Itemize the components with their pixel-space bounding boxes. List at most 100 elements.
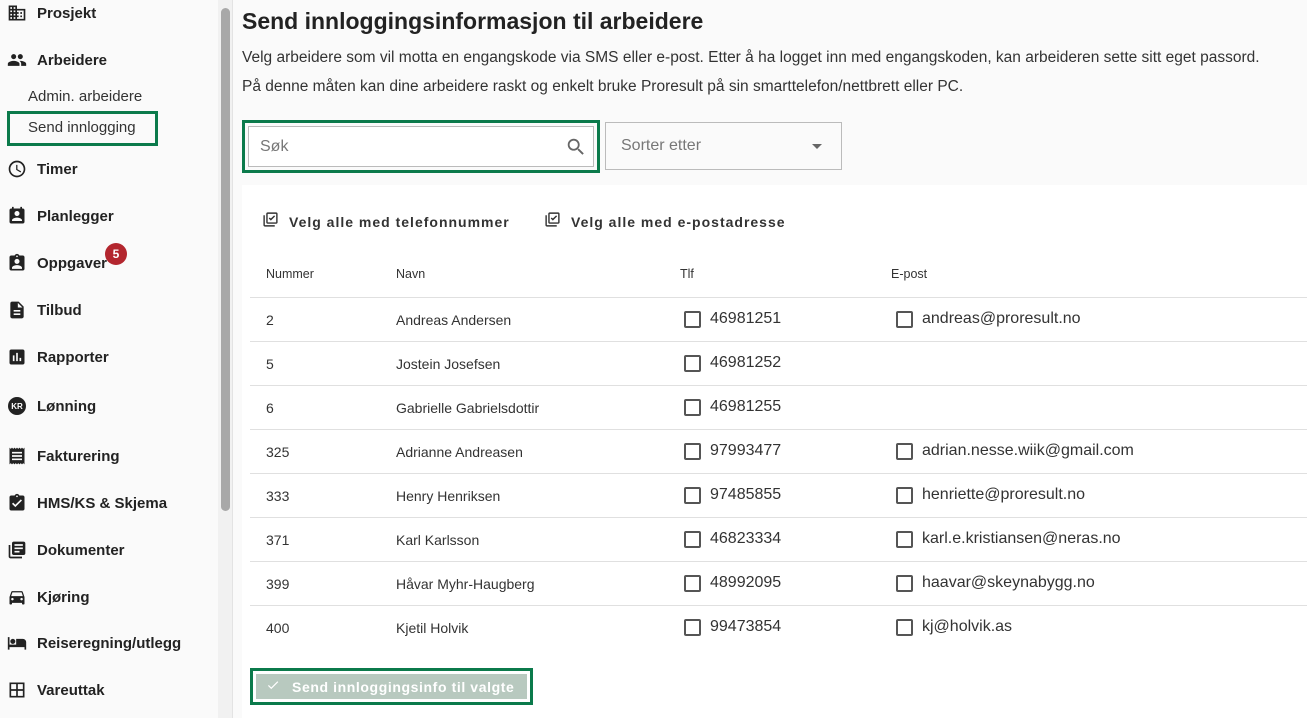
sidebar-item-prosjekt[interactable]: Prosjekt	[6, 1, 96, 25]
select-all-phone-label: Velg alle med telefonnummer	[289, 214, 510, 230]
email-checkbox[interactable]: andreas@proresult.no	[896, 310, 1081, 328]
select-all-email-button[interactable]: Velg alle med e-postadresse	[544, 211, 786, 233]
page-description-line1: Velg arbeidere som vil motta en engangsk…	[242, 49, 1260, 66]
notification-badge: 5	[105, 243, 127, 265]
table-row: 399 Håvar Myhr-Haugberg 48992095 haavar@ske…	[250, 561, 1307, 605]
sidebar-scrollbar-thumb[interactable]	[221, 8, 230, 511]
checkbox[interactable]	[896, 574, 913, 592]
select-all-email-label: Velg alle med e-postadresse	[571, 214, 786, 230]
select-all-icon	[544, 211, 561, 233]
document-icon	[6, 299, 28, 321]
send-login-button[interactable]: Send innloggingsinfo til valgte	[256, 674, 527, 699]
sidebar-item-tilbud[interactable]: Tilbud	[6, 298, 82, 322]
column-header-tlf: Tlf	[680, 267, 694, 281]
cell-epost: henriette@proresult.no	[922, 486, 1085, 503]
checkbox[interactable]	[684, 354, 701, 372]
car-icon	[6, 586, 28, 608]
checkbox[interactable]	[896, 486, 913, 504]
sidebar-item-rapporter[interactable]: Rapporter	[6, 345, 109, 369]
checkbox[interactable]	[896, 530, 913, 548]
sidebar-item-fakturering[interactable]: Fakturering	[6, 444, 120, 468]
cell-nummer: 2	[266, 312, 274, 328]
sidebar-item-lonning[interactable]: KR Lønning	[6, 394, 96, 418]
phone-checkbox[interactable]: 48992095	[684, 574, 781, 592]
sidebar-item-dokumenter[interactable]: Dokumenter	[6, 538, 125, 562]
cell-epost: andreas@proresult.no	[922, 310, 1081, 327]
search-input[interactable]	[248, 126, 594, 167]
sidebar-item-vareuttak[interactable]: Vareuttak	[6, 678, 105, 702]
email-checkbox[interactable]: karl.e.kristiansen@neras.no	[896, 530, 1121, 548]
check-icon	[266, 678, 280, 695]
sidebar-subitem-admin-arbeidere[interactable]: Admin. arbeidere	[28, 88, 142, 105]
people-icon	[6, 49, 28, 71]
sidebar-item-hms-ks-skjema[interactable]: HMS/KS & Skjema	[6, 491, 167, 515]
checkbox[interactable]	[684, 442, 701, 460]
email-checkbox[interactable]: adrian.nesse.wiik@gmail.com	[896, 442, 1134, 460]
cell-nummer: 399	[266, 576, 290, 592]
bed-icon	[6, 632, 28, 654]
sidebar-item-label: Tilbud	[37, 301, 82, 319]
sidebar-subitem-send-innlogging[interactable]: Send innlogging	[28, 119, 136, 136]
cell-navn: Gabrielle Gabrielsdottir	[396, 400, 540, 416]
cell-nummer: 5	[266, 356, 274, 372]
email-checkbox[interactable]: kj@holvik.as	[896, 618, 1012, 636]
cell-tlf: 97485855	[710, 486, 782, 503]
checkbox[interactable]	[896, 618, 913, 636]
cell-epost: kj@holvik.as	[922, 618, 1013, 635]
dashboard-icon	[6, 679, 28, 701]
table-row: 2 Andreas Andersen 46981251 andreas@proresu…	[250, 297, 1307, 341]
select-all-phone-button[interactable]: Velg alle med telefonnummer	[262, 211, 510, 233]
cell-nummer: 325	[266, 444, 290, 460]
cell-navn: Jostein Josefsen	[396, 356, 501, 372]
sidebar-item-oppgaver[interactable]: Oppgaver	[6, 251, 107, 275]
sidebar-item-label: HMS/KS & Skjema	[37, 494, 168, 512]
email-checkbox[interactable]: henriette@proresult.no	[896, 486, 1085, 504]
checkbox[interactable]	[684, 486, 701, 504]
sidebar-item-reiseregning-utlegg[interactable]: Reiseregning/utlegg	[6, 631, 181, 655]
email-checkbox[interactable]: haavar@skeynabygg.no	[896, 574, 1095, 592]
phone-checkbox[interactable]: 46981255	[684, 398, 781, 416]
phone-checkbox[interactable]: 97485855	[684, 486, 781, 504]
clock-icon	[6, 158, 28, 180]
clipboard-check-icon	[6, 492, 28, 514]
phone-checkbox[interactable]: 99473854	[684, 618, 781, 636]
cell-epost: adrian.nesse.wiik@gmail.com	[922, 442, 1134, 459]
sidebar-item-planlegger[interactable]: Planlegger	[6, 204, 114, 228]
search-icon[interactable]	[565, 136, 587, 158]
cell-tlf: 48992095	[710, 574, 782, 591]
checkbox[interactable]	[684, 574, 701, 592]
cell-nummer: 400	[266, 620, 290, 636]
checkbox[interactable]	[684, 618, 701, 636]
sidebar-item-kjoring[interactable]: Kjøring	[6, 585, 90, 609]
sidebar-item-timer[interactable]: Timer	[6, 157, 78, 181]
sidebar-item-label: Oppgaver	[37, 254, 108, 272]
cell-navn: Karl Karlsson	[396, 532, 480, 548]
select-all-icon	[262, 211, 279, 233]
checkbox[interactable]	[896, 442, 913, 460]
phone-checkbox[interactable]: 97993477	[684, 442, 781, 460]
sidebar-item-label: Rapporter	[37, 348, 109, 366]
cell-epost: haavar@skeynabygg.no	[922, 574, 1095, 591]
checkbox[interactable]	[684, 530, 701, 548]
sidebar-item-label: Kjøring	[37, 588, 90, 606]
receipt-icon	[6, 445, 28, 467]
send-login-button-label: Send innloggingsinfo til valgte	[292, 678, 515, 695]
bar-chart-icon	[6, 346, 28, 368]
sidebar-item-arbeidere[interactable]: Arbeidere	[6, 48, 107, 72]
checkbox[interactable]	[896, 310, 913, 328]
send-button-highlight: Send innloggingsinfo til valgte	[250, 668, 533, 705]
cell-nummer: 333	[266, 488, 290, 504]
phone-checkbox[interactable]: 46981251	[684, 310, 781, 328]
phone-checkbox[interactable]: 46981252	[684, 354, 781, 372]
checkbox[interactable]	[684, 398, 701, 416]
checkbox[interactable]	[684, 310, 701, 328]
cell-navn: Kjetil Holvik	[396, 620, 469, 636]
sidebar-item-label: Prosjekt	[37, 4, 97, 22]
sort-select[interactable]: Sorter etter	[605, 122, 842, 170]
cell-tlf: 97993477	[710, 442, 782, 459]
search-highlight	[242, 120, 600, 173]
cell-epost: karl.e.kristiansen@neras.no	[922, 530, 1121, 547]
phone-checkbox[interactable]: 46823334	[684, 530, 781, 548]
planner-icon	[6, 205, 28, 227]
main-content: Send innloggingsinformasjon til arbeider…	[242, 0, 1307, 718]
